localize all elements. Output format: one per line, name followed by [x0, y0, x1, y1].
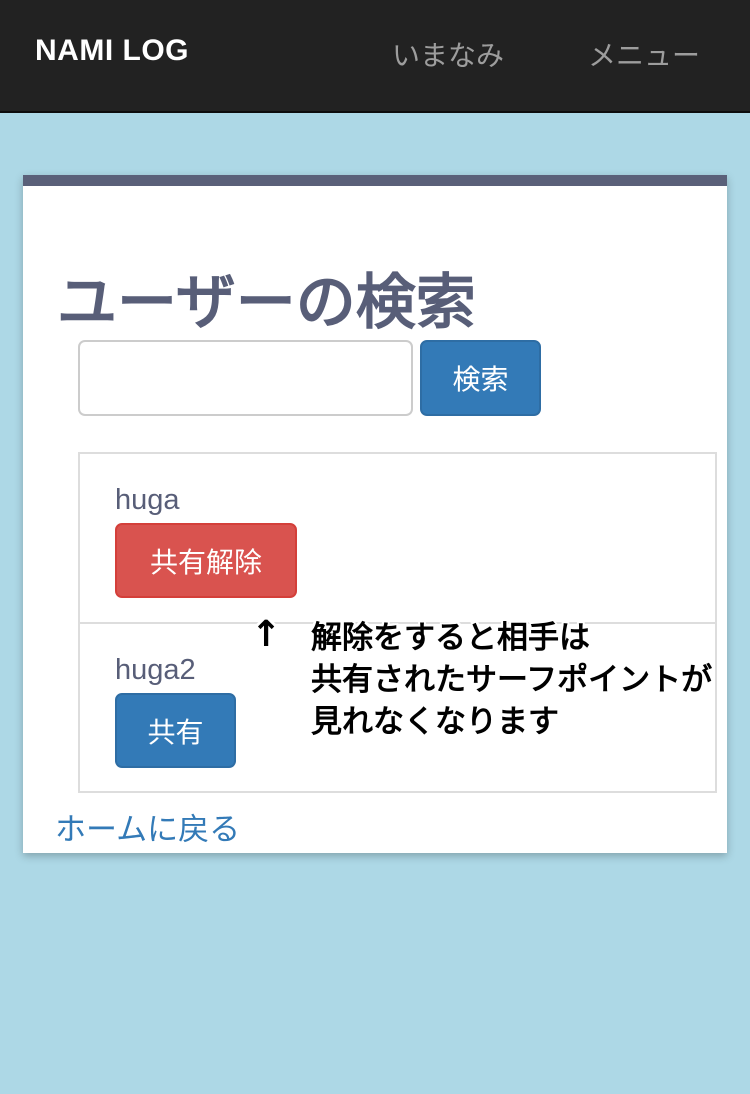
annotation-line: 見れなくなります [311, 704, 559, 740]
home-link[interactable]: ホームに戻る [55, 804, 240, 849]
navbar: NAMI LOG いまなみ メニュー [0, 0, 750, 113]
user-name: huga2 [115, 654, 196, 686]
share-button[interactable]: 共有 [115, 693, 236, 768]
nav-link-imanami[interactable]: いまなみ [392, 34, 504, 74]
annotation-line: 共有されたサーフポイントが [311, 662, 713, 698]
annotation-line: 解除をすると相手は [311, 620, 590, 656]
brand-logo[interactable]: NAMI LOG [35, 34, 189, 68]
page-title: ユーザーの検索 [57, 268, 476, 338]
unshare-button[interactable]: 共有解除 [115, 523, 297, 598]
annotation-arrow-icon: ↑ [251, 614, 282, 655]
list-item: huga 共有解除 [80, 454, 715, 624]
nav-link-menu[interactable]: メニュー [588, 34, 700, 74]
search-button[interactable]: 検索 [420, 340, 541, 416]
user-name: huga [115, 484, 180, 516]
user-search-card: ユーザーの検索 検索 huga 共有解除 huga2 共有 ホームに戻る [23, 175, 727, 853]
search-input[interactable] [78, 340, 413, 416]
annotation-note: 解除をすると相手は 共有されたサーフポイントが 見れなくなります [311, 617, 712, 743]
